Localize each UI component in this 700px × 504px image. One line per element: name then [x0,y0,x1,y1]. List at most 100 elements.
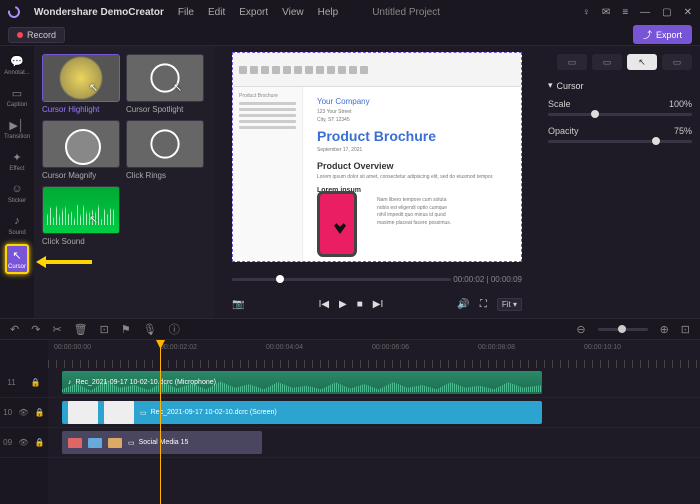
track-head-09[interactable]: 09👁🔒 [0,428,48,458]
tab-effect[interactable]: ✦Effect [5,148,29,174]
project-title: Untitled Project [372,7,568,18]
track-headers: 11🔒 10👁🔒 09👁🔒 [0,340,48,504]
lock-icon[interactable]: 🔒 [35,408,45,417]
account-icon[interactable]: ♀ [582,7,590,18]
lock-icon[interactable]: 🔒 [31,378,41,387]
tab-sticker[interactable]: ☺Sticker [5,180,29,206]
timeline-toolbar: ↶ ↷ ✂ 🗑 ⊡ ⚑ 🎙 ⓘ ⊖ ⊕ ⊡ [0,318,700,340]
export-icon: ⤴ [643,28,652,41]
clip-microphone[interactable]: ♪ Rec_2021-09-17 10-02-10.dcrc (Micropho… [62,371,542,394]
delete-button[interactable]: 🗑 [74,323,88,336]
eye-icon[interactable]: 👁 [18,438,28,447]
menu-edit[interactable]: Edit [208,7,225,18]
settings-icon[interactable]: ≡ [622,7,628,18]
caption-icon: ▭ [10,86,24,100]
timeline: 11🔒 10👁🔒 09👁🔒 00:00:00:00 00:00:02:02 00… [0,340,700,504]
menu-export[interactable]: Export [239,7,268,18]
tab-caption[interactable]: ▭Caption [5,84,29,110]
window-controls: ♀ ✉ ≡ — ▢ ✕ [582,7,692,18]
timeline-ruler[interactable]: 00:00:00:00 00:00:02:02 00:00:04:04 00:0… [48,340,700,368]
clip-social-media[interactable]: ▭ Social Media 15 [62,431,262,454]
split-button[interactable]: ✂ [52,323,61,336]
app-logo-icon [6,4,22,20]
annotate-icon: 💬 [10,54,24,68]
scale-slider[interactable] [548,113,692,116]
track-head-10[interactable]: 10👁🔒 [0,398,48,428]
prop-scale: Scale100% [548,99,692,116]
prev-button[interactable]: I◀ [319,299,329,310]
transition-icon: ▶│ [10,118,24,132]
effect-click-rings[interactable]: Click Rings [126,120,204,180]
seek-bar[interactable] [232,278,451,281]
track-media[interactable]: ▭ Social Media 15 [48,428,700,458]
prop-tab-4[interactable]: ▭ [662,54,692,70]
preview-canvas[interactable]: Product Brochure Your Company 123 Your S… [232,52,522,262]
prop-section-cursor[interactable]: ▾ Cursor [548,80,692,91]
zoom-out-button[interactable]: ⊖ [576,323,585,336]
message-icon[interactable]: ✉ [602,7,610,18]
track-head-11[interactable]: 11🔒 [0,368,48,398]
doc-toolbar [233,53,521,87]
snapshot-button[interactable]: 📷 [232,299,244,310]
stop-button[interactable]: ■ [357,299,363,310]
preview-column: Product Brochure Your Company 123 Your S… [214,46,540,318]
undo-button[interactable]: ↶ [10,323,19,336]
tab-annotate[interactable]: 💬Annotat... [5,52,29,78]
eye-icon[interactable]: 👁 [18,408,28,417]
properties-panel: ▭ ▭ ↖ ▭ ▾ Cursor Scale100% Opacity75% [540,46,700,318]
clip-screen[interactable]: ▭ Rec_2021-09-17 10-02-10.dcrc (Screen) [62,401,542,424]
menu-view[interactable]: View [282,7,304,18]
side-tabs: 💬Annotat... ▭Caption ▶│Transition ✦Effec… [0,46,34,318]
effect-icon: ✦ [10,150,24,164]
prop-tab-3[interactable]: ↖ [627,54,657,70]
more-button[interactable]: ⓘ [169,321,180,337]
volume-icon[interactable]: 🔊 [457,299,469,310]
track-audio[interactable]: ♪ Rec_2021-09-17 10-02-10.dcrc (Micropho… [48,368,700,398]
next-button[interactable]: ▶I [373,299,383,310]
app-name: Wondershare DemoCreator [34,7,164,18]
menu-help[interactable]: Help [318,7,339,18]
doc-company: Your Company [317,97,507,106]
playhead[interactable] [160,340,161,504]
effect-cursor-spotlight[interactable]: ↖ Cursor Spotlight [126,54,204,114]
marker-button[interactable]: ⚑ [121,323,131,336]
minimize-icon[interactable]: — [640,7,650,18]
effect-cursor-magnify[interactable]: Cursor Magnify [42,120,120,180]
action-bar: Record ⤴ Export [0,24,700,46]
zoom-fit-select[interactable]: Fit ▾ [497,298,522,311]
fullscreen-icon[interactable]: ⛶ [480,299,487,310]
lock-icon[interactable]: 🔒 [35,438,45,447]
close-icon[interactable]: ✕ [684,7,692,18]
main-menu: File Edit Export View Help [178,7,338,18]
media-icon: ▭ [128,439,135,447]
effect-click-sound[interactable]: ↖ Click Sound [42,186,120,246]
prop-opacity: Opacity75% [548,126,692,143]
mic-button[interactable]: 🎙 [143,323,157,336]
menu-file[interactable]: File [178,7,194,18]
play-controls: 📷 I◀ ▶ ■ ▶I 🔊 ⛶ Fit ▾ [232,292,522,316]
maximize-icon[interactable]: ▢ [662,7,671,18]
zoom-fit-button[interactable]: ⊡ [681,323,690,336]
export-label: Export [656,30,682,40]
track-video[interactable]: ▭ Rec_2021-09-17 10-02-10.dcrc (Screen) [48,398,700,428]
tab-sound[interactable]: ♪Sound [5,212,29,238]
sound-icon: ♪ [10,214,24,228]
crop-button[interactable]: ⊡ [100,323,109,336]
doc-title: Product Brochure [317,128,507,144]
record-button[interactable]: Record [8,27,65,43]
prop-tab-2[interactable]: ▭ [592,54,622,70]
record-dot-icon [17,32,23,38]
prop-tab-1[interactable]: ▭ [557,54,587,70]
tab-transition[interactable]: ▶│Transition [5,116,29,142]
zoom-slider[interactable] [598,328,648,331]
tab-cursor[interactable]: ↖Cursor [5,244,29,274]
cursor-icon: ↖ [10,248,24,262]
zoom-in-button[interactable]: ⊕ [660,323,669,336]
export-button[interactable]: ⤴ Export [633,25,692,44]
play-button[interactable]: ▶ [339,299,347,310]
redo-button[interactable]: ↷ [31,323,40,336]
video-icon: ▭ [140,409,147,417]
opacity-slider[interactable] [548,140,692,143]
timeline-body[interactable]: 00:00:00:00 00:00:02:02 00:00:04:04 00:0… [48,340,700,504]
effect-cursor-highlight[interactable]: ↖ Cursor Highlight [42,54,120,114]
